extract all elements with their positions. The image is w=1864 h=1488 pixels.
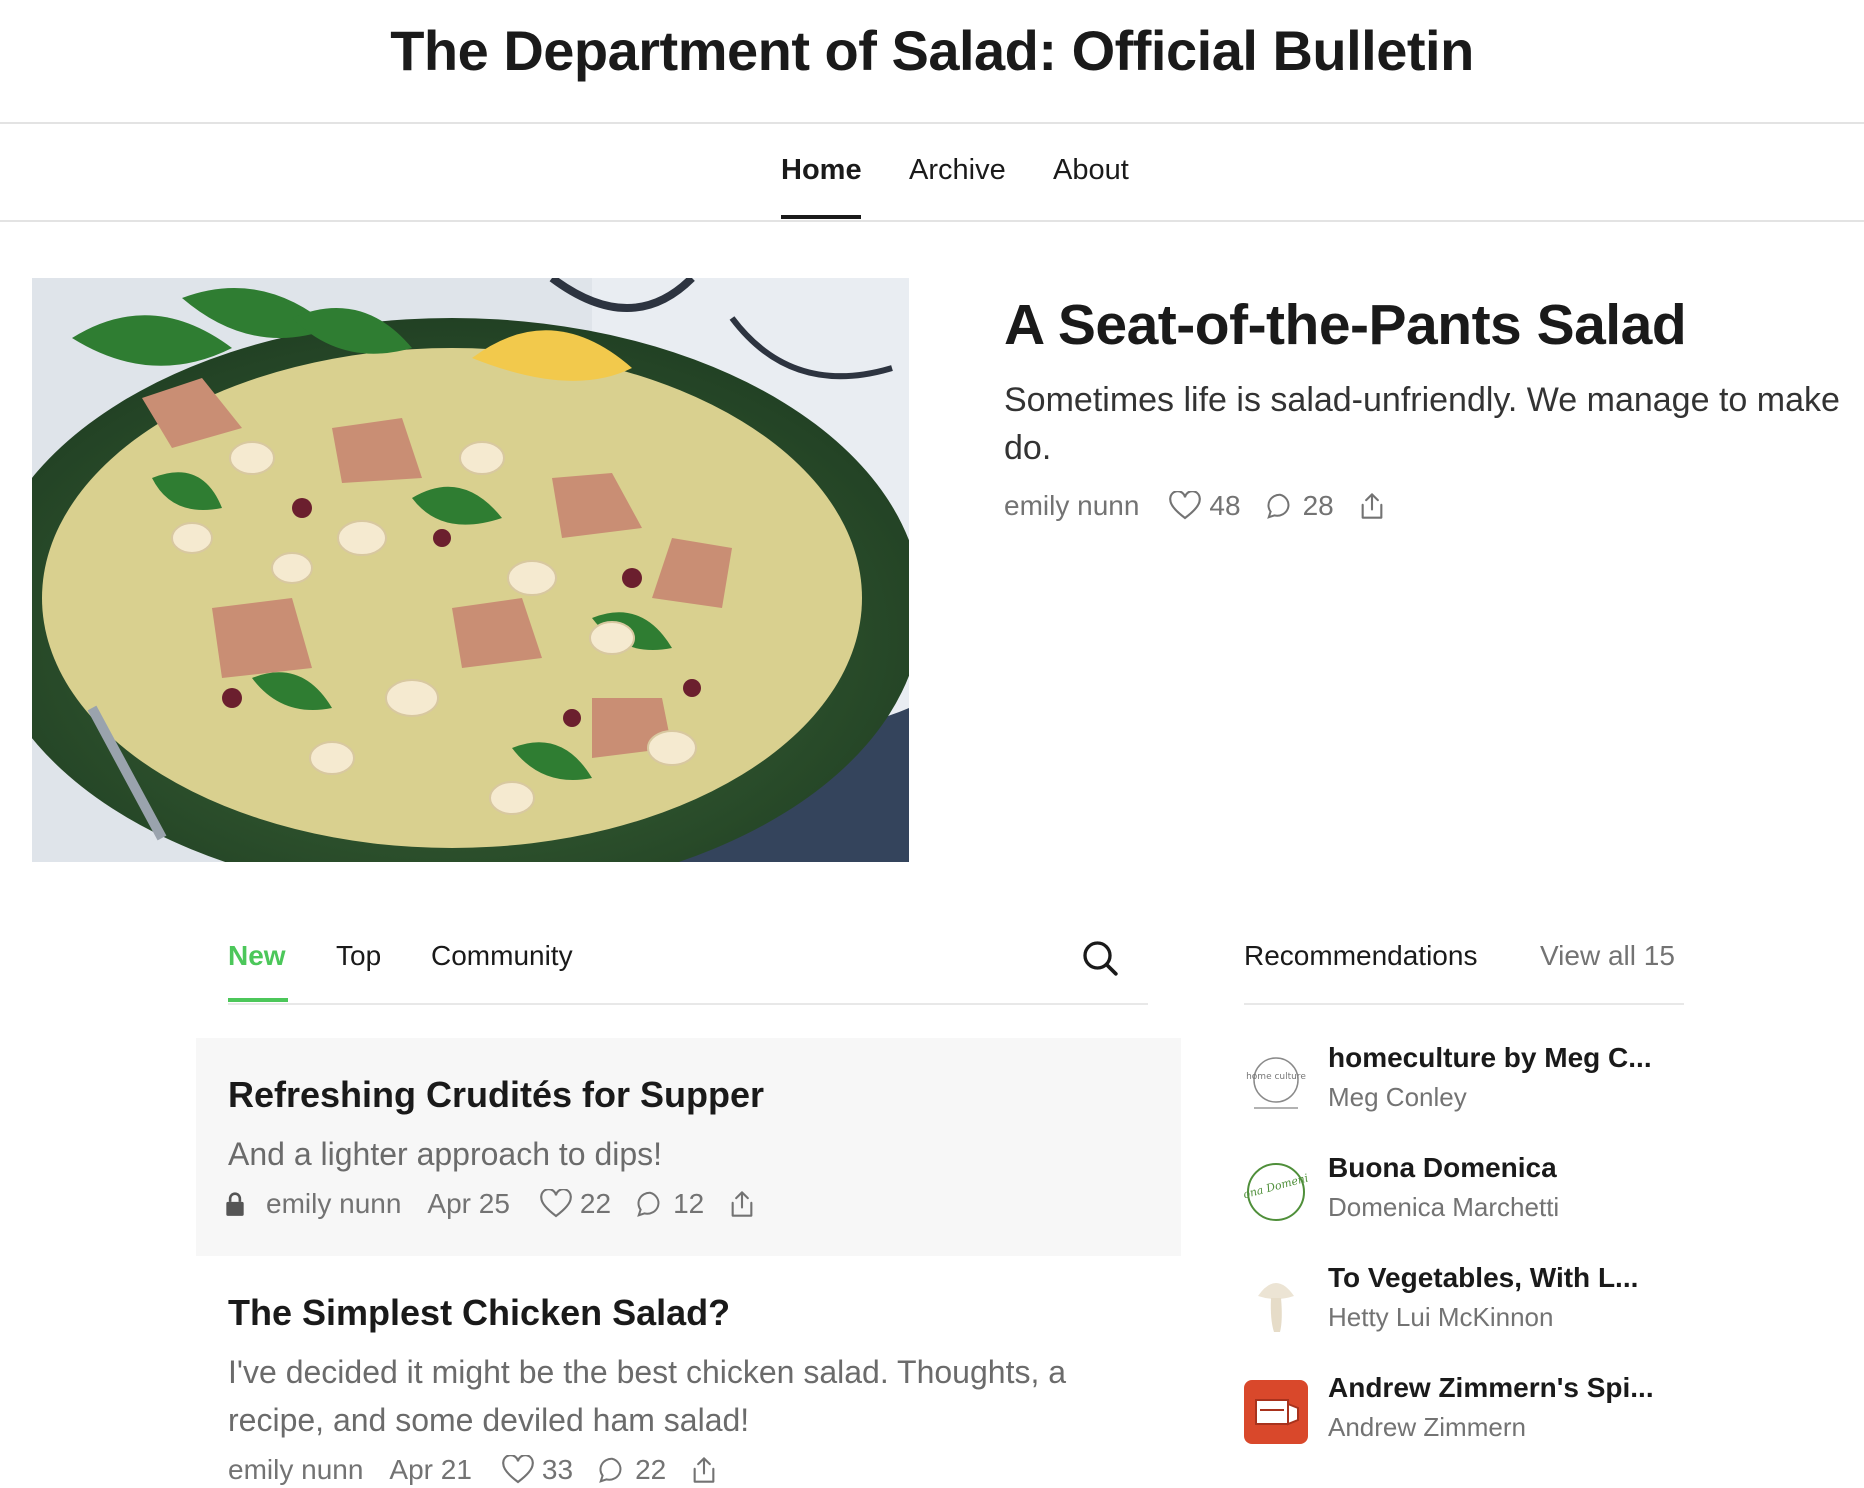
heart-icon: [540, 1189, 572, 1218]
featured-post-author[interactable]: emily nunn: [1004, 490, 1139, 522]
recommendation-name: Andrew Zimmern's Spi...: [1328, 1372, 1654, 1403]
recommendation-item[interactable]: Andrew Zimmern's Spi... Andrew Zimmern: [1244, 1372, 1684, 1452]
paywall-lock: [224, 1191, 246, 1217]
like-button[interactable]: 22: [540, 1188, 611, 1220]
tab-community[interactable]: Community: [431, 940, 573, 972]
share-icon: [731, 1191, 753, 1217]
nav-active-indicator: [781, 215, 861, 219]
search-button[interactable]: [1080, 938, 1120, 978]
like-button[interactable]: 48: [1169, 490, 1241, 522]
search-icon: [1083, 941, 1118, 976]
share-button[interactable]: [1358, 490, 1386, 522]
like-count: 48: [1209, 490, 1241, 521]
comment-icon: [637, 1191, 660, 1217]
post-author[interactable]: emily nunn: [266, 1188, 401, 1220]
view-all-recommendations-link[interactable]: View all 15: [1540, 940, 1675, 972]
site-header: The Department of Salad: Official Bullet…: [0, 0, 1864, 124]
homeculture-logo: home culture: [1244, 1050, 1308, 1114]
recommendation-author: Andrew Zimmern: [1328, 1412, 1526, 1442]
post-date: Apr 25: [427, 1188, 510, 1219]
share-icon: [1361, 493, 1383, 519]
zimmern-logo-icon: [1244, 1380, 1308, 1444]
like-button[interactable]: 33: [502, 1454, 573, 1486]
buona-domenica-logo-icon: Buona Domenica: [1226, 1163, 1322, 1221]
post-date: Apr 21: [389, 1454, 472, 1485]
share-button[interactable]: [690, 1454, 718, 1486]
post-subtitle[interactable]: I've decided it might be the best chicke…: [228, 1348, 1128, 1444]
heart-icon: [502, 1455, 534, 1484]
post-meta: emily nunn Apr 25 22 12: [224, 1188, 756, 1220]
share-icon: [693, 1457, 715, 1483]
mushroom-icon: [1258, 1283, 1294, 1332]
recommendation-item[interactable]: home culture homeculture by Meg C... Meg…: [1244, 1042, 1684, 1122]
recommendation-item[interactable]: Buona Domenica Buona Domenica Domenica M…: [1226, 1152, 1684, 1232]
site-title[interactable]: The Department of Salad: Official Bullet…: [0, 18, 1864, 83]
heart-icon: [1169, 491, 1202, 520]
tab-active-indicator: [228, 998, 288, 1002]
comment-icon: [599, 1457, 622, 1483]
like-count: 22: [579, 1188, 612, 1219]
post-meta: emily nunn Apr 21 33 22: [228, 1454, 718, 1486]
nav-home[interactable]: Home: [781, 154, 862, 187]
comment-button[interactable]: 28: [1265, 490, 1334, 522]
recommendation-name: To Vegetables, With L...: [1328, 1262, 1639, 1293]
feed-tabs-divider: [228, 1003, 1148, 1005]
recommendations-heading[interactable]: Recommendations: [1244, 940, 1477, 972]
tab-top[interactable]: Top: [336, 940, 381, 972]
homeculture-logo-icon: home culture: [1246, 1057, 1306, 1109]
comment-count: 28: [1302, 490, 1334, 521]
post-title[interactable]: The Simplest Chicken Salad?: [228, 1292, 730, 1334]
post-subtitle[interactable]: And a lighter approach to dips!: [228, 1130, 1128, 1178]
featured-post-subtitle[interactable]: Sometimes life is salad-unfriendly. We m…: [1004, 376, 1854, 472]
featured-post-title[interactable]: A Seat-of-the-Pants Salad: [1004, 292, 1687, 358]
featured-post-meta: emily nunn 48 28: [1004, 490, 1386, 522]
featured-post-image[interactable]: [32, 278, 909, 862]
comment-button[interactable]: 12: [635, 1188, 704, 1220]
recommendations-divider: [1244, 1003, 1684, 1005]
andrew-zimmern-logo: [1244, 1380, 1308, 1444]
nav-archive[interactable]: Archive: [909, 154, 1006, 187]
homeculture-logo-text: home culture: [1246, 1072, 1306, 1082]
main-nav: Home Archive About: [0, 124, 1864, 222]
recommendation-name: homeculture by Meg C...: [1328, 1042, 1652, 1073]
share-button[interactable]: [728, 1188, 756, 1220]
nav-about[interactable]: About: [1053, 154, 1129, 187]
recommendation-author: Hetty Lui McKinnon: [1328, 1302, 1554, 1332]
recommendation-author: Meg Conley: [1328, 1082, 1467, 1112]
post-title[interactable]: Refreshing Crudités for Supper: [228, 1074, 764, 1116]
post-author[interactable]: emily nunn: [228, 1454, 363, 1486]
recommendation-item[interactable]: To Vegetables, With L... Hetty Lui McKin…: [1244, 1262, 1684, 1342]
to-vegetables-logo: [1244, 1270, 1308, 1334]
comment-button[interactable]: 22: [597, 1454, 666, 1486]
comment-count: 12: [673, 1188, 705, 1219]
recommendation-author: Domenica Marchetti: [1328, 1192, 1560, 1222]
lock-icon: [226, 1192, 244, 1216]
buona-domenica-logo: Buona Domenica: [1226, 1160, 1322, 1224]
comment-count: 22: [635, 1454, 667, 1485]
recommendation-name: Buona Domenica: [1328, 1152, 1557, 1183]
tab-new[interactable]: New: [228, 940, 286, 972]
comment-icon: [1266, 493, 1289, 519]
like-count: 33: [541, 1454, 574, 1485]
salad-bowl-image: [32, 278, 909, 862]
